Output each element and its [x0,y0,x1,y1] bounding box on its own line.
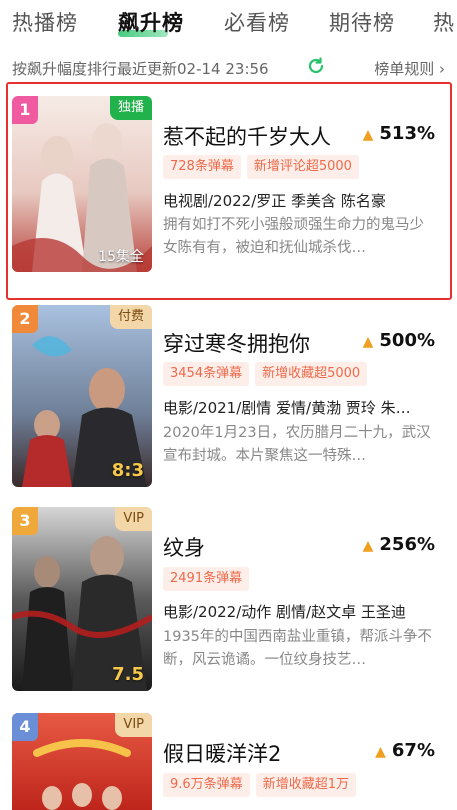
tag-row: 2491条弹幕 [163,567,255,591]
rating-score: 7.5 [112,664,144,685]
vip-badge: VIP [115,713,152,737]
poster-image[interactable]: 3 VIP 7.5 [12,507,152,691]
poster-image[interactable]: 2 付费 8:3 [12,305,152,487]
refresh-icon[interactable] [306,56,326,76]
rise-percentage: ▲ 67% [375,740,435,761]
rank-badge: 2 [12,305,38,333]
item-title[interactable]: 纹身 [163,532,205,562]
tab-more[interactable]: 热 [433,7,455,37]
rank-badge: 4 [12,713,38,741]
tab-must-watch[interactable]: 必看榜 [224,7,290,37]
tag-row: 3454条弹幕 新增收藏超5000 [163,362,373,386]
tag-row: 9.6万条弹幕 新增收藏超1万 [163,773,362,797]
rise-percentage: ▲ 500% [363,330,435,351]
tab-anticipated[interactable]: 期待榜 [329,7,395,37]
item-description: 1935年的中国西南盐业重镇，帮派斗争不断，风云诡谲。一位纹身技艺… [163,629,432,668]
rise-arrow-icon: ▲ [362,538,374,554]
poster-image[interactable]: 4 VIP [12,713,152,810]
rise-arrow-icon: ▲ [375,744,386,760]
danmaku-count-tag: 2491条弹幕 [163,567,250,591]
item-title[interactable]: 穿过寒冬拥抱你 [163,328,310,358]
rise-value: 500% [379,330,435,351]
tab-rising[interactable]: 飙升榜 [118,7,184,37]
rating-score: 8:3 [111,460,144,481]
update-time-text: 按飙升幅度排行最近更新02-14 23:56 [12,60,269,78]
vip-badge: VIP [115,507,152,531]
list-rules-link[interactable]: 榜单规则 › [374,58,445,79]
item-meta: 电影/2022/动作 剧情/赵文卓 王圣迪 [163,603,406,621]
item-meta: 电影/2021/剧情 爱情/黄渤 贾玲 朱… [163,399,411,417]
tab-hot[interactable]: 热播榜 [12,7,78,37]
item-title[interactable]: 假日暖洋洋2 [163,738,281,768]
update-info-bar: 按飙升幅度排行最近更新02-14 23:56 榜单规则 › [12,56,445,80]
ranking-tabs: 热播榜 飙升榜 必看榜 期待榜 热 [0,0,457,48]
rise-arrow-icon: ▲ [362,334,374,350]
rise-value: 256% [379,534,435,555]
rank-badge: 3 [12,507,38,535]
highlight-outline [6,82,452,300]
rise-percentage: ▲ 256% [363,534,435,555]
rise-value: 67% [391,740,435,761]
paid-badge: 付费 [109,305,152,329]
stat-tag: 新增收藏超1万 [255,773,356,797]
danmaku-count-tag: 9.6万条弹幕 [163,773,250,797]
item-description: 2020年1月23日，农历腊月二十九，武汉宣布封城。本片聚焦这一特殊… [163,425,431,464]
stat-tag: 新增收藏超5000 [255,362,368,386]
danmaku-count-tag: 3454条弹幕 [163,362,250,386]
